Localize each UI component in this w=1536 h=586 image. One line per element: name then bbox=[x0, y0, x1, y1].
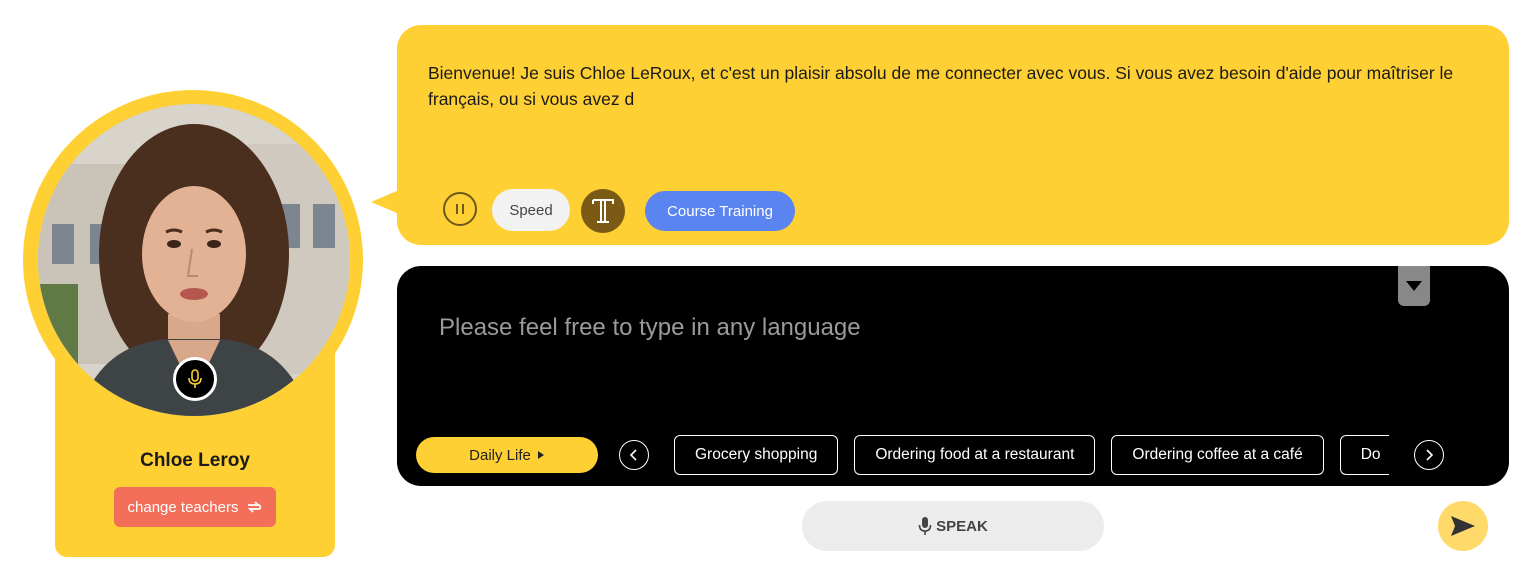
bubble-tail bbox=[371, 190, 399, 214]
text-toggle-button[interactable] bbox=[581, 189, 625, 233]
caret-down-icon bbox=[1406, 281, 1422, 291]
topic-chip[interactable]: Ordering coffee at a café bbox=[1111, 435, 1324, 475]
category-label: Daily Life bbox=[469, 446, 531, 464]
topic-chip[interactable]: Grocery shopping bbox=[674, 435, 839, 475]
category-button[interactable]: Daily Life bbox=[416, 437, 598, 473]
teacher-message-bubble: Bienvenue! Je suis Chloe LeRoux, et c'es… bbox=[397, 25, 1509, 245]
topics-row: Grocery shopping Ordering food at a resta… bbox=[674, 435, 1389, 475]
pause-button[interactable] bbox=[443, 192, 477, 226]
input-panel: Daily Life Grocery shopping Ordering food… bbox=[397, 266, 1509, 486]
change-teachers-label: change teachers bbox=[127, 498, 239, 516]
pause-icon bbox=[456, 204, 464, 214]
topics-next-button[interactable] bbox=[1414, 440, 1444, 470]
teacher-name: Chloe Leroy bbox=[140, 450, 250, 471]
send-button[interactable] bbox=[1438, 501, 1488, 551]
topic-chip[interactable]: Ordering food at a restaurant bbox=[854, 435, 1096, 475]
speed-button[interactable]: Speed bbox=[492, 189, 570, 231]
swap-icon bbox=[248, 501, 262, 513]
microphone-icon bbox=[918, 517, 932, 535]
speak-button[interactable]: SPEAK bbox=[802, 501, 1104, 551]
topic-chip[interactable]: Do bbox=[1339, 435, 1389, 475]
speak-label: SPEAK bbox=[936, 517, 988, 535]
teacher-mic-button[interactable] bbox=[173, 357, 217, 401]
chevron-right-icon bbox=[1426, 449, 1434, 461]
collapse-button[interactable] bbox=[1398, 266, 1430, 306]
text-icon bbox=[592, 199, 614, 223]
topics-carousel: Grocery shopping Ordering food at a resta… bbox=[674, 435, 1389, 477]
teacher-message-text: Bienvenue! Je suis Chloe LeRoux, et c'es… bbox=[428, 63, 1454, 109]
caret-right-icon bbox=[537, 451, 544, 459]
change-teachers-button[interactable]: change teachers bbox=[114, 487, 276, 527]
topics-prev-button[interactable] bbox=[619, 440, 649, 470]
send-icon bbox=[1451, 516, 1475, 536]
chevron-left-icon bbox=[629, 449, 637, 461]
microphone-icon bbox=[188, 369, 202, 388]
course-training-button[interactable]: Course Training bbox=[645, 191, 795, 231]
message-input[interactable] bbox=[437, 306, 1377, 350]
